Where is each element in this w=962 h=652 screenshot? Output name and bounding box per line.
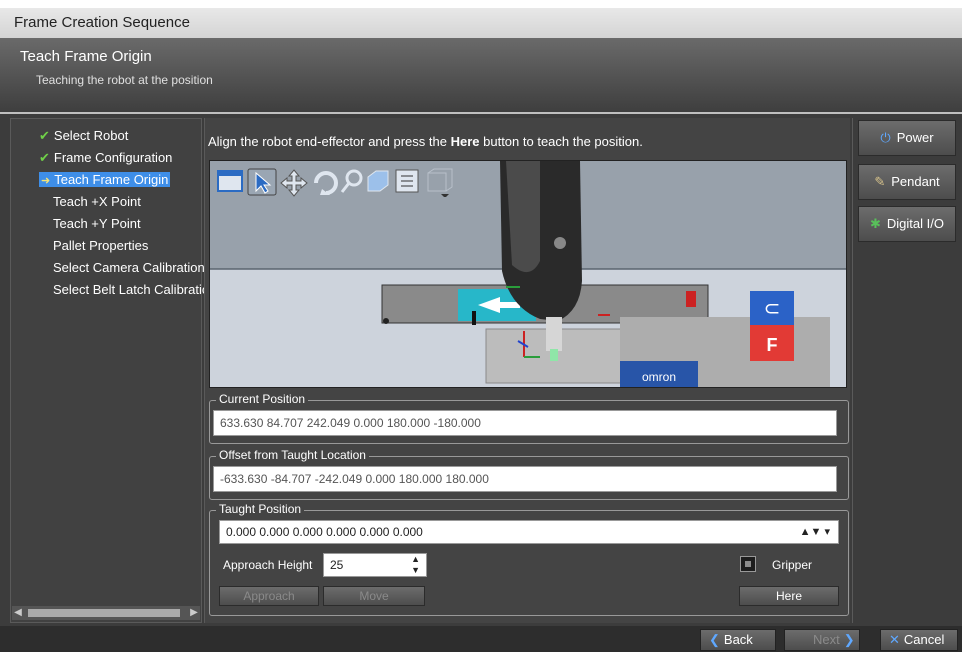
f-label: F bbox=[767, 335, 778, 355]
next-button[interactable]: Next ❯ bbox=[784, 629, 860, 651]
here-button[interactable]: Here bbox=[739, 586, 839, 606]
current-position-label: Current Position bbox=[216, 392, 309, 406]
scrollbar-thumb[interactable] bbox=[28, 609, 180, 617]
current-step-arrow-icon: ➜ bbox=[41, 175, 51, 187]
properties-icon bbox=[395, 169, 419, 193]
approach-height-label: Approach Height bbox=[223, 558, 313, 572]
c-label: ⊂ bbox=[764, 296, 781, 320]
next-arrow-icon: ❯ bbox=[843, 632, 855, 647]
omron-logo: omron bbox=[642, 370, 676, 384]
view-cube-icon bbox=[427, 168, 453, 198]
cancel-x-icon: ✕ bbox=[889, 632, 900, 647]
page-subtitle: Teaching the robot at the position bbox=[36, 73, 213, 87]
step-list: ✔ Select Robot ✔ Frame Configuration ➜ Teac… bbox=[10, 118, 216, 623]
digital-io-icon: ✱ bbox=[870, 216, 881, 231]
instruction-text: Align the robot end-effector and press t… bbox=[208, 134, 643, 149]
window-icon bbox=[217, 170, 243, 192]
cancel-button[interactable]: ✕ Cancel bbox=[880, 629, 958, 651]
move-button[interactable]: Move bbox=[323, 586, 425, 606]
spinner-dropdown-icon[interactable]: ▲▼ ▾ bbox=[800, 521, 830, 543]
approach-button[interactable]: Approach bbox=[219, 586, 319, 606]
approach-height-input[interactable]: 25 ▲ ▼ bbox=[323, 553, 427, 577]
check-icon: ✔ bbox=[39, 128, 50, 143]
step-item-select-robot[interactable]: ✔ Select Robot bbox=[11, 125, 203, 147]
offset-field: -633.630 -84.707 -242.049 0.000 180.000 … bbox=[213, 466, 837, 492]
gripper-toggle[interactable] bbox=[740, 556, 756, 572]
scroll-left-icon[interactable]: ◀ bbox=[12, 606, 24, 620]
back-button[interactable]: ❮ Back bbox=[700, 629, 776, 651]
pendant-button[interactable]: ✎ Pendant bbox=[858, 164, 956, 200]
check-icon: ✔ bbox=[39, 150, 50, 165]
rotate-icon bbox=[314, 171, 338, 195]
step-list-scrollbar[interactable]: ◀ ▶ bbox=[12, 606, 200, 620]
3d-viewport[interactable]: ⊂ F omron bbox=[209, 160, 847, 388]
offset-label: Offset from Taught Location bbox=[216, 448, 369, 462]
page-title: Teach Frame Origin bbox=[20, 48, 152, 65]
zoom-icon bbox=[340, 169, 363, 193]
pendant-icon: ✎ bbox=[874, 174, 886, 189]
taught-position-select[interactable]: 0.000 0.000 0.000 0.000 0.000 0.000 ▲▼ ▾ bbox=[219, 520, 839, 544]
step-item-teach-frame-origin[interactable]: ➜ Teach Frame Origin bbox=[11, 169, 203, 191]
gripper-label: Gripper bbox=[772, 558, 813, 572]
digital-io-button[interactable]: ✱ Digital I/O bbox=[858, 206, 956, 242]
current-position-field: 633.630 84.707 242.049 0.000 180.000 -18… bbox=[213, 410, 837, 436]
stepper-arrows-icon[interactable]: ▲ ▼ bbox=[411, 554, 420, 576]
window-title: Frame Creation Sequence bbox=[0, 8, 962, 38]
step-item-frame-configuration[interactable]: ✔ Frame Configuration bbox=[11, 147, 203, 169]
scroll-right-icon[interactable]: ▶ bbox=[188, 606, 200, 620]
taught-position-label: Taught Position bbox=[216, 502, 305, 516]
page-header: Teach Frame Origin Teaching the robot at… bbox=[0, 38, 962, 114]
select-pointer-icon bbox=[247, 168, 277, 196]
power-icon: ⏻ bbox=[880, 130, 891, 145]
pan-move-icon bbox=[280, 169, 308, 197]
cube-icon bbox=[367, 170, 389, 192]
power-button[interactable]: ⏻ Power bbox=[858, 120, 956, 156]
back-arrow-icon: ❮ bbox=[709, 632, 720, 647]
viewport-toolbar bbox=[216, 167, 478, 198]
